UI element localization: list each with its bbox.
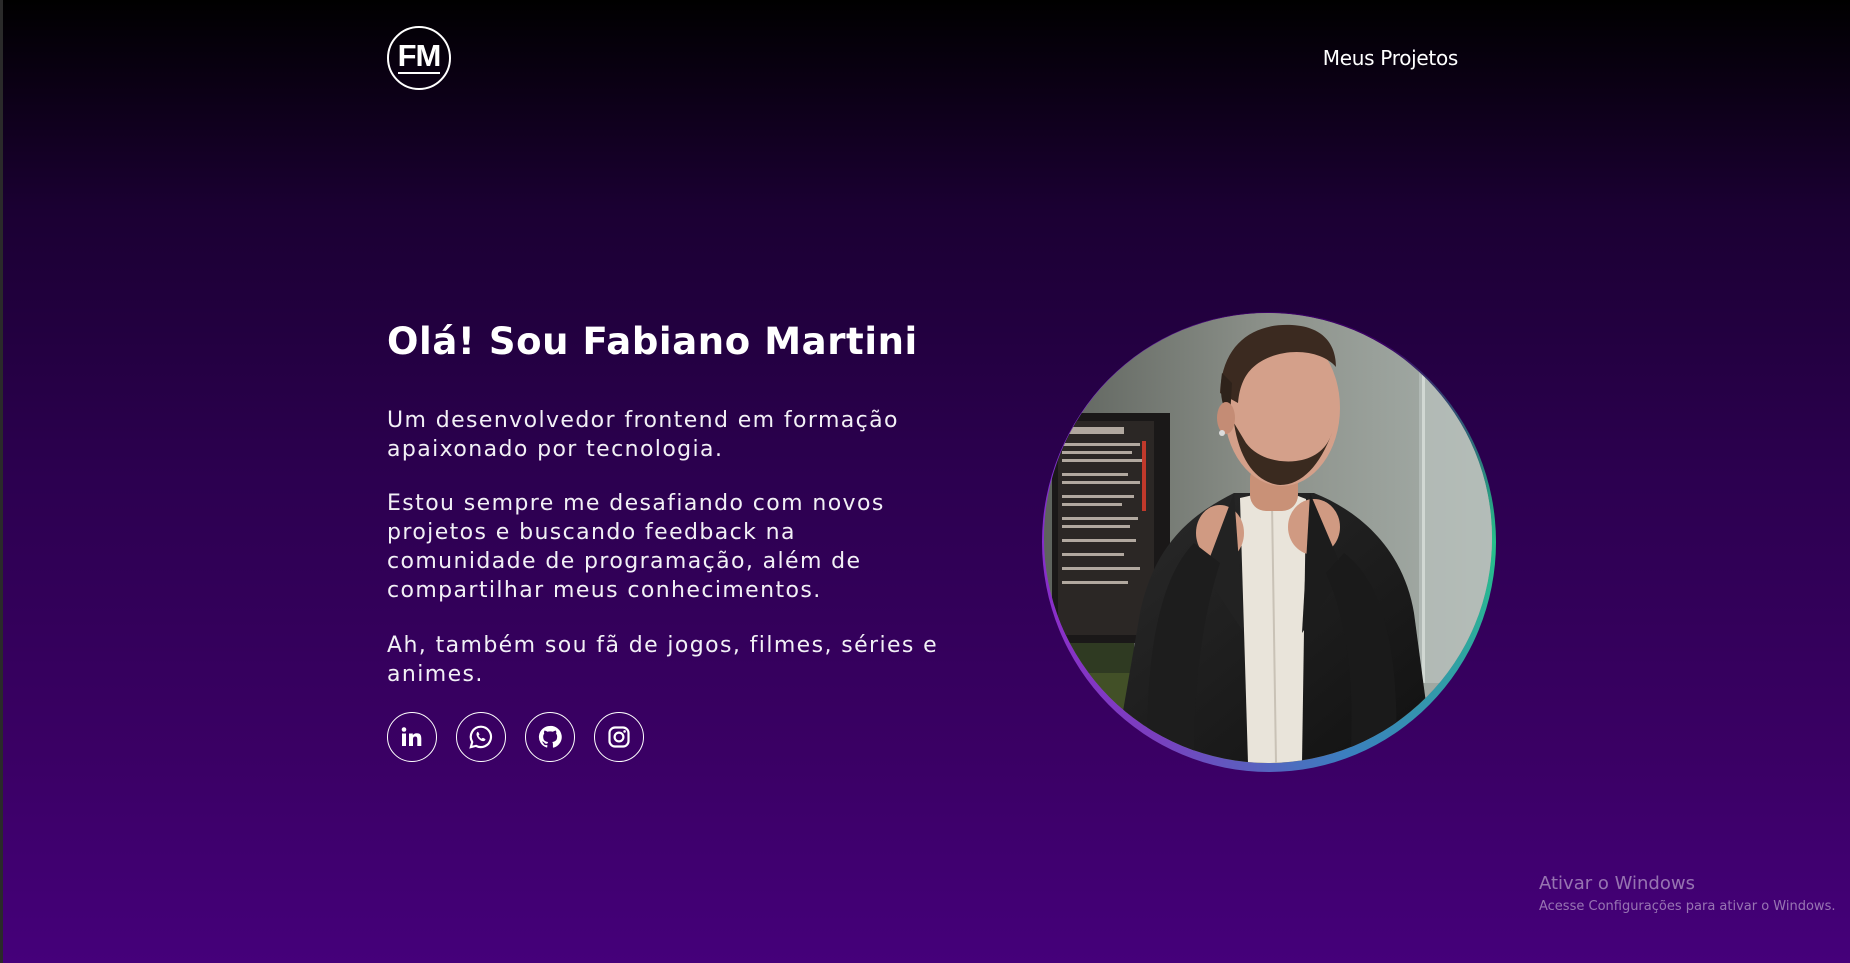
watermark-subtitle: Acesse Configurações para ativar o Windo…	[1539, 899, 1836, 914]
whatsapp-icon	[469, 725, 493, 749]
whatsapp-button[interactable]	[456, 712, 506, 762]
hero-paragraph-projects: Estou sempre me desafiando com novos pro…	[387, 491, 885, 603]
hero-paragraph-hobbies: Ah, também sou fã de jogos, filmes, séri…	[387, 633, 939, 687]
instagram-icon	[608, 726, 630, 748]
watermark-title: Ativar o Windows	[1539, 873, 1695, 894]
instagram-button[interactable]	[594, 712, 644, 762]
linkedin-button[interactable]	[387, 712, 437, 762]
hero-paragraph-intro: Um desenvolvedor frontend em formação ap…	[387, 408, 899, 462]
logo[interactable]: FM	[387, 26, 451, 90]
social-links	[387, 712, 644, 762]
profile-photo-portrait	[1044, 313, 1492, 763]
github-icon	[538, 725, 562, 748]
hero-title: Olá! Sou Fabiano Martini	[387, 320, 918, 363]
linkedin-icon	[401, 727, 422, 746]
github-button[interactable]	[525, 712, 575, 762]
profile-photo	[1044, 313, 1492, 763]
logo-text: FM	[397, 37, 441, 74]
nav-link-meus-projetos[interactable]: Meus Projetos	[1300, 46, 1459, 70]
window-edge	[0, 0, 3, 963]
